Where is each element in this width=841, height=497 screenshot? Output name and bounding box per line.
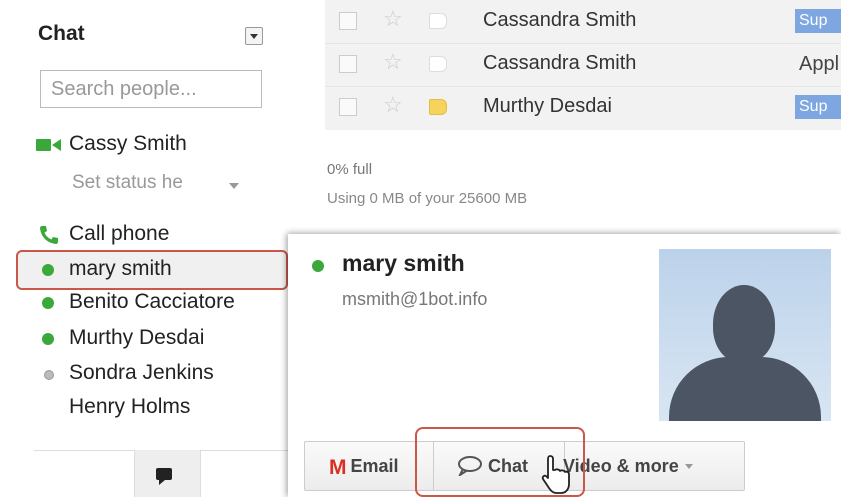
- star-icon[interactable]: ☆: [383, 92, 403, 118]
- contact-card-name: mary smith: [342, 250, 465, 276]
- idle-status-icon: [44, 370, 54, 380]
- contact-item[interactable]: mary smith: [0, 253, 290, 285]
- contact-name: Henry Holms: [69, 395, 191, 418]
- star-icon[interactable]: ☆: [383, 6, 403, 32]
- chat-title: Chat: [38, 22, 85, 45]
- email-sender: Murthy Desdai: [483, 95, 612, 117]
- call-phone-label: Call phone: [69, 222, 170, 245]
- online-status-icon: [42, 297, 54, 309]
- online-status-icon: [312, 260, 324, 272]
- online-status-icon: [42, 264, 54, 276]
- email-sender: Cassandra Smith: [483, 52, 637, 74]
- gmail-icon: M: [329, 456, 347, 479]
- email-button-label: Email: [350, 456, 399, 476]
- chat-bubble-icon: [156, 468, 172, 485]
- important-label-icon[interactable]: [429, 13, 447, 29]
- chat-options-dropdown[interactable]: [245, 27, 263, 45]
- contact-item[interactable]: Murthy Desdai: [0, 322, 290, 354]
- status-input[interactable]: Set status he: [72, 172, 183, 194]
- chat-panel: Chat Cassy Smith Set status he Call phon…: [0, 0, 300, 497]
- important-label-icon[interactable]: [429, 56, 447, 72]
- status-dropdown-icon[interactable]: [229, 183, 239, 189]
- mouse-cursor-icon: [541, 455, 570, 494]
- star-icon[interactable]: ☆: [383, 49, 403, 75]
- email-row[interactable]: ☆ Cassandra Smith Appl: [325, 43, 841, 87]
- contact-name: mary smith: [69, 257, 172, 280]
- phone-icon: [40, 226, 58, 244]
- call-phone-link[interactable]: Call phone: [0, 218, 290, 250]
- email-tag: Sup: [795, 9, 841, 33]
- storage-detail: Using 0 MB of your 25600 MB: [327, 190, 528, 207]
- row-checkbox[interactable]: [339, 55, 357, 73]
- self-user[interactable]: Cassy Smith: [0, 128, 290, 160]
- email-tag: Sup: [795, 95, 841, 119]
- avatar-silhouette-head: [713, 285, 775, 363]
- email-button[interactable]: M Email: [305, 442, 415, 490]
- contact-item[interactable]: Sondra Jenkins: [0, 357, 290, 389]
- email-row[interactable]: ☆ Murthy Desdai Sup: [325, 86, 841, 129]
- video-camera-icon: [36, 139, 61, 151]
- email-subject-snippet: Appl: [799, 53, 840, 75]
- online-status-icon: [42, 333, 54, 345]
- chevron-down-icon: [684, 464, 693, 469]
- contact-card-email: msmith@1bot.info: [342, 289, 488, 309]
- contact-name: Benito Cacciatore: [69, 290, 235, 313]
- contact-item[interactable]: Benito Cacciatore: [0, 286, 290, 318]
- email-list: ☆ Cassandra Smith Sup ☆ Cassandra Smith …: [325, 0, 841, 130]
- row-checkbox[interactable]: [339, 12, 357, 30]
- video-and-more-button[interactable]: Video & more: [563, 442, 746, 490]
- important-label-icon[interactable]: [429, 99, 447, 115]
- new-chat-button[interactable]: [134, 450, 201, 497]
- email-sender: Cassandra Smith: [483, 9, 637, 31]
- self-user-name: Cassy Smith: [69, 132, 187, 155]
- contact-name: Murthy Desdai: [69, 326, 205, 349]
- storage-percent: 0% full: [327, 161, 373, 178]
- row-checkbox[interactable]: [339, 98, 357, 116]
- contact-name: Sondra Jenkins: [69, 361, 214, 384]
- email-row[interactable]: ☆ Cassandra Smith Sup: [325, 0, 841, 44]
- contact-item[interactable]: Henry Holms: [0, 391, 290, 423]
- search-people-input[interactable]: [40, 70, 262, 108]
- avatar-silhouette-body: [669, 357, 821, 421]
- contact-avatar: [659, 249, 831, 421]
